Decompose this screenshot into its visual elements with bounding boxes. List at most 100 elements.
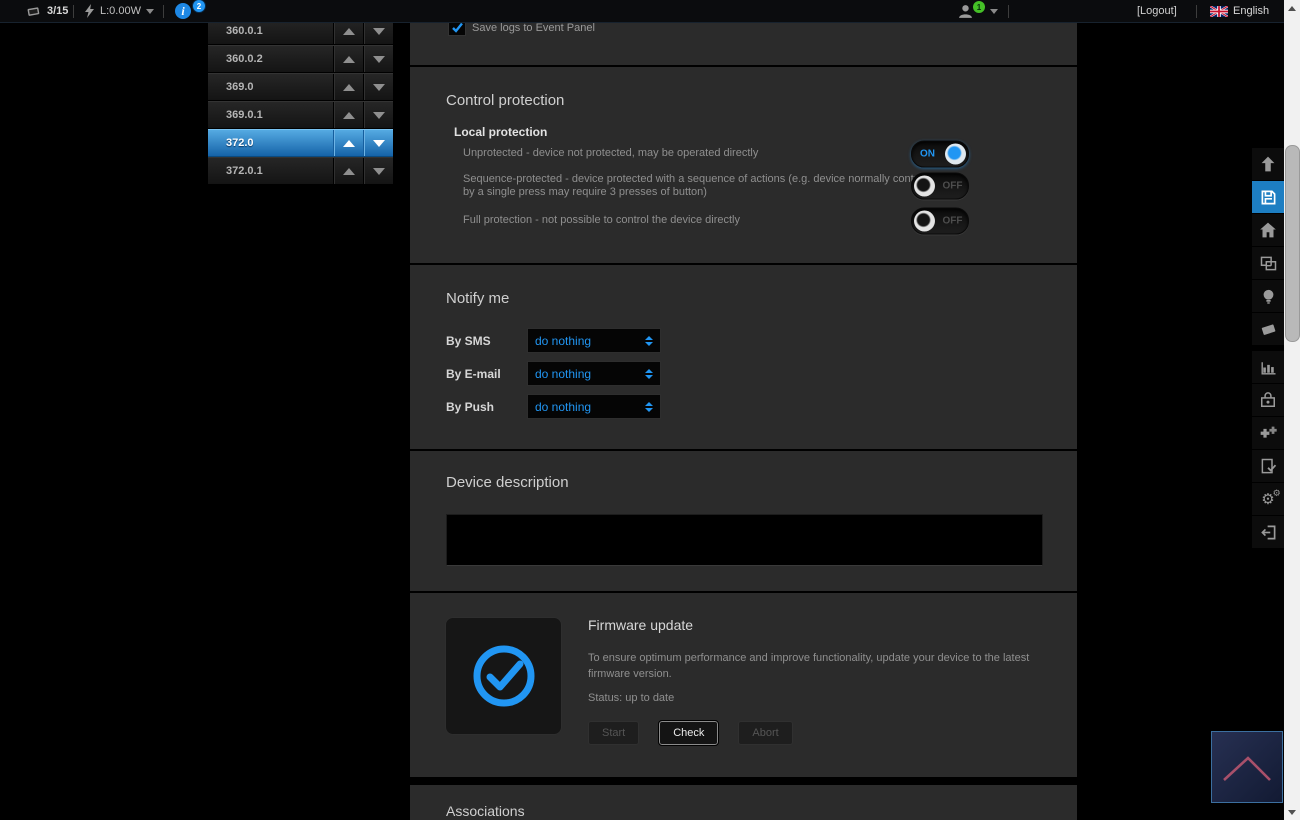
sms-select[interactable]: do nothing xyxy=(527,328,661,353)
select-value: do nothing xyxy=(528,400,641,414)
protection-option-row: Sequence-protected - device protected wi… xyxy=(463,173,1023,199)
chevron-down-icon xyxy=(146,9,154,14)
firmware-buttons: Start Check Abort xyxy=(588,721,793,745)
toggle-full-protection[interactable]: OFF xyxy=(911,207,969,234)
logout-link[interactable]: [Logout] xyxy=(1137,0,1177,22)
device-list: 360.0.1 360.0.2 369.0 369.0.1 372.0 372.… xyxy=(208,17,393,185)
user-icon xyxy=(958,4,973,19)
scrollbar-thumb[interactable] xyxy=(1285,145,1300,342)
section-notify-me: Notify me By SMS do nothing By E-mail do… xyxy=(410,265,1077,449)
app-screen: 3/15 L:0.00W i 2 1 [Logout] xyxy=(0,0,1300,820)
device-id-label: 360.0.1 xyxy=(208,25,333,37)
toggle-knob xyxy=(945,143,966,164)
notifications[interactable]: i 2 xyxy=(175,0,206,22)
protection-option-row: Unprotected - device not protected, may … xyxy=(463,147,1023,160)
language-label: English xyxy=(1233,5,1269,17)
scenes-button[interactable] xyxy=(1252,313,1284,345)
arrow-down-icon xyxy=(373,140,385,147)
push-select[interactable]: do nothing xyxy=(527,394,661,419)
power-meter[interactable]: L:0.00W xyxy=(84,0,154,22)
save-icon xyxy=(1258,187,1279,208)
lock-button[interactable] xyxy=(1252,384,1284,416)
device-counter: 3/15 xyxy=(26,0,68,22)
exit-icon xyxy=(1258,522,1279,543)
move-up-button[interactable] xyxy=(333,74,363,100)
subsection-title: Local protection xyxy=(454,125,547,139)
option-text: Full protection - not possible to contro… xyxy=(463,214,955,227)
section-firmware-update: Firmware update To ensure optimum perfor… xyxy=(410,593,1077,777)
abort-button[interactable]: Abort xyxy=(738,721,792,745)
settings-button[interactable]: ⚙⚙ xyxy=(1252,483,1284,515)
device-list-item-selected[interactable]: 372.0 xyxy=(208,129,393,157)
move-down-button[interactable] xyxy=(363,158,393,184)
scroll-to-top-button[interactable] xyxy=(1211,731,1283,803)
start-button[interactable]: Start xyxy=(588,721,639,745)
toggle-knob xyxy=(914,176,935,197)
arrow-up-icon xyxy=(343,168,355,175)
check-button[interactable]: Check xyxy=(659,721,718,745)
section-control-protection: Control protection Local protection Unpr… xyxy=(410,67,1077,263)
arrow-up-icon xyxy=(343,28,355,35)
vertical-scrollbar[interactable] xyxy=(1284,0,1300,820)
device-id-label: 369.0.1 xyxy=(208,109,333,121)
home-button[interactable] xyxy=(1252,214,1284,246)
apps-button[interactable] xyxy=(1252,417,1284,449)
move-up-button[interactable] xyxy=(333,130,363,156)
document-check-icon xyxy=(1258,456,1279,477)
move-down-button[interactable] xyxy=(363,74,393,100)
device-id-label: 372.0.1 xyxy=(208,165,333,177)
email-select[interactable]: do nothing xyxy=(527,361,661,386)
rooms-button[interactable] xyxy=(1252,247,1284,279)
counter-label: 3/15 xyxy=(47,5,68,17)
exit-button[interactable] xyxy=(1252,516,1284,548)
toggle-state-label: OFF xyxy=(937,214,968,227)
section-device-description: Device description xyxy=(410,451,1077,591)
save-logs-label: Save logs to Event Panel xyxy=(472,22,595,34)
arrow-down-icon xyxy=(373,84,385,91)
lightning-icon xyxy=(84,4,95,18)
device-id-label: 372.0 xyxy=(208,137,333,149)
toggle-state-label: OFF xyxy=(937,180,968,193)
move-up-button[interactable] xyxy=(333,46,363,72)
device-description-input[interactable] xyxy=(446,514,1043,566)
section-save-logs: Save logs to Event Panel xyxy=(410,17,1077,65)
save-button[interactable] xyxy=(1252,181,1284,213)
scroll-down-arrow[interactable] xyxy=(1284,804,1300,820)
option-text: Unprotected - device not protected, may … xyxy=(463,147,955,160)
move-up-button[interactable] xyxy=(333,158,363,184)
report-button[interactable] xyxy=(1252,450,1284,482)
analytics-button[interactable] xyxy=(1252,351,1284,383)
scroll-up-arrow[interactable] xyxy=(1284,0,1300,16)
device-list-item[interactable]: 372.0.1 xyxy=(208,157,393,185)
lightbulb-button[interactable] xyxy=(1252,280,1284,312)
info-icon[interactable]: i xyxy=(175,3,191,19)
device-list-item[interactable]: 369.0 xyxy=(208,73,393,101)
language-selector[interactable]: English xyxy=(1210,0,1269,22)
notify-row: By SMS do nothing xyxy=(446,329,661,352)
firmware-description: To ensure optimum performance and improv… xyxy=(588,650,1048,682)
arrow-down-icon xyxy=(373,56,385,63)
divider xyxy=(163,0,164,22)
toggle-unprotected[interactable]: ON xyxy=(911,140,969,167)
rooms-icon xyxy=(1258,253,1279,274)
lock-icon xyxy=(1258,390,1278,410)
device-list-item[interactable]: 369.0.1 xyxy=(208,101,393,129)
toggle-knob xyxy=(914,210,935,231)
select-value: do nothing xyxy=(528,367,641,381)
select-arrows-icon xyxy=(641,336,657,346)
move-down-button[interactable] xyxy=(363,130,393,156)
chevron-down-icon xyxy=(990,9,998,14)
divider xyxy=(1008,0,1009,22)
section-associations: Associations xyxy=(410,785,1077,820)
toggle-sequence-protected[interactable]: OFF xyxy=(911,173,969,200)
device-list-item[interactable]: 360.0.2 xyxy=(208,45,393,73)
user-menu[interactable]: 1 xyxy=(958,0,998,22)
puzzle-icon xyxy=(1257,422,1279,444)
move-up-button[interactable] xyxy=(333,102,363,128)
notify-label: By E-mail xyxy=(446,367,527,381)
move-down-button[interactable] xyxy=(363,102,393,128)
protection-option-row: Full protection - not possible to contro… xyxy=(463,214,1023,227)
info-badge: 2 xyxy=(192,0,206,13)
nav-up-button[interactable] xyxy=(1252,148,1284,180)
move-down-button[interactable] xyxy=(363,46,393,72)
